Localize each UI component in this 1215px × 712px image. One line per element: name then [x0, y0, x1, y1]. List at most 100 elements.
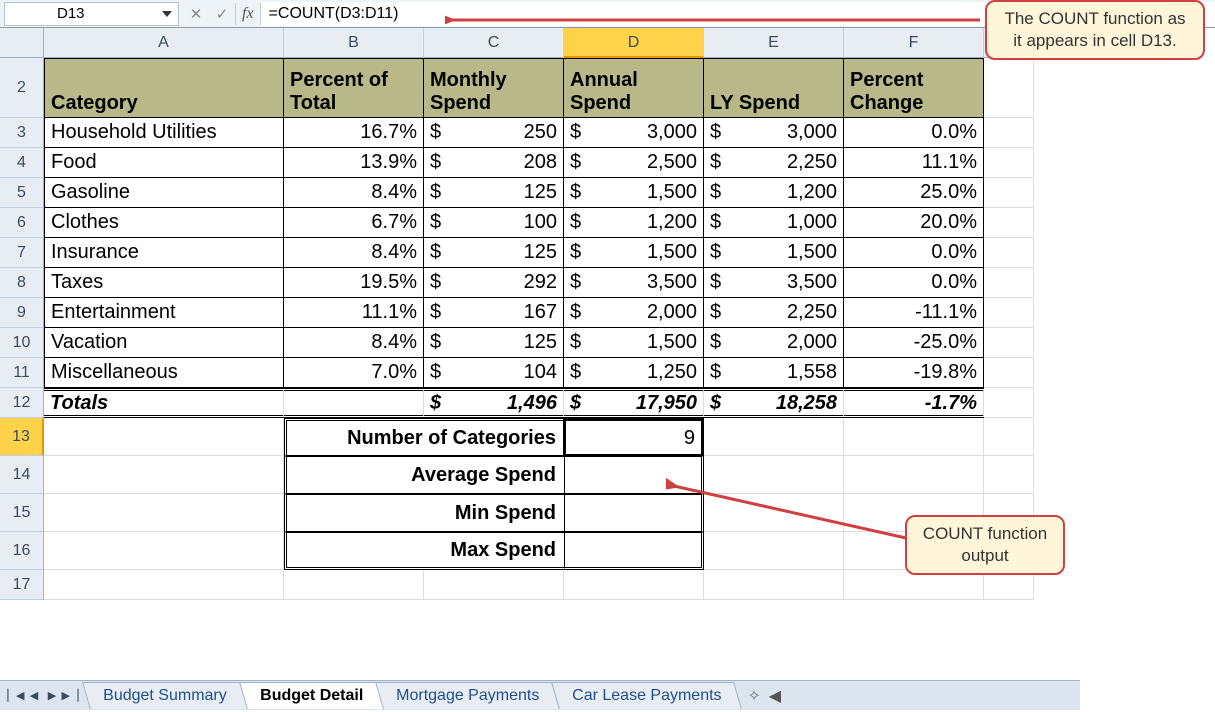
cell-monthly[interactable]: $208	[424, 148, 564, 178]
cell-pct[interactable]: 8.4%	[284, 328, 424, 358]
cell-G7[interactable]	[984, 238, 1034, 268]
row-header-16[interactable]: 16	[0, 532, 44, 570]
cell-ly[interactable]: $3,000	[704, 118, 844, 148]
tab-nav-first-icon[interactable]: ▏◀	[8, 687, 24, 705]
cell-A15[interactable]	[44, 494, 284, 532]
tab-scroll-left-icon[interactable]: ◀	[769, 686, 781, 706]
cell-category[interactable]: Entertainment	[44, 298, 284, 328]
totals-monthly[interactable]: $1,496	[424, 388, 564, 418]
stats-label[interactable]: Number of Categories	[284, 418, 564, 456]
stats-label[interactable]: Min Spend	[284, 494, 564, 532]
col-header-A[interactable]: A	[44, 28, 284, 58]
row-header-9[interactable]: 9	[0, 298, 44, 328]
stats-label[interactable]: Average Spend	[284, 456, 564, 494]
cell-pct[interactable]: 6.7%	[284, 208, 424, 238]
cell-E16[interactable]	[704, 532, 844, 570]
col-header-E[interactable]: E	[704, 28, 844, 58]
cell-change[interactable]: -25.0%	[844, 328, 984, 358]
cell-annual[interactable]: $1,500	[564, 178, 704, 208]
cell-category[interactable]: Vacation	[44, 328, 284, 358]
cell-change[interactable]: 11.1%	[844, 148, 984, 178]
col-header-F[interactable]: F	[844, 28, 984, 58]
cell-G2[interactable]	[984, 58, 1034, 118]
sheet-tab[interactable]: Car Lease Payments	[551, 682, 742, 709]
stats-label[interactable]: Max Spend	[284, 532, 564, 570]
totals-label[interactable]: Totals	[44, 388, 284, 418]
cell-category[interactable]: Food	[44, 148, 284, 178]
row-header-2[interactable]: 2	[0, 58, 44, 118]
cell-change[interactable]: 0.0%	[844, 238, 984, 268]
cell-ly[interactable]: $1,500	[704, 238, 844, 268]
cell-pct[interactable]: 7.0%	[284, 358, 424, 388]
cell-A13[interactable]	[44, 418, 284, 456]
cell-annual[interactable]: $2,000	[564, 298, 704, 328]
cell-D17[interactable]	[564, 570, 704, 600]
cell-E17[interactable]	[704, 570, 844, 600]
cell-monthly[interactable]: $125	[424, 238, 564, 268]
row-header-13[interactable]: 13	[0, 418, 44, 456]
row-header-6[interactable]: 6	[0, 208, 44, 238]
cell-monthly[interactable]: $125	[424, 178, 564, 208]
cell-category[interactable]: Clothes	[44, 208, 284, 238]
fx-icon[interactable]: fx	[235, 3, 261, 25]
cell-category[interactable]: Household Utilities	[44, 118, 284, 148]
cell-change[interactable]: -11.1%	[844, 298, 984, 328]
cell-ly[interactable]: $2,000	[704, 328, 844, 358]
name-box[interactable]: D13	[4, 2, 179, 26]
cell-E13[interactable]	[704, 418, 844, 456]
cell-G8[interactable]	[984, 268, 1034, 298]
cell-pct[interactable]: 16.7%	[284, 118, 424, 148]
tab-nav-prev-icon[interactable]: ◀	[26, 687, 42, 705]
cell-B17[interactable]	[284, 570, 424, 600]
stats-value[interactable]: 9	[564, 418, 704, 456]
cell-monthly[interactable]: $167	[424, 298, 564, 328]
header-monthly-spend[interactable]: Monthly Spend	[424, 58, 564, 118]
cell-pct[interactable]: 11.1%	[284, 298, 424, 328]
cell-category[interactable]: Taxes	[44, 268, 284, 298]
cell-monthly[interactable]: $125	[424, 328, 564, 358]
sheet-tab[interactable]: Mortgage Payments	[375, 682, 560, 709]
cell-G14[interactable]	[984, 456, 1034, 494]
header-ly-spend[interactable]: LY Spend	[704, 58, 844, 118]
cell-annual[interactable]: $1,500	[564, 328, 704, 358]
stats-value[interactable]	[564, 494, 704, 532]
cell-ly[interactable]: $3,500	[704, 268, 844, 298]
cell-monthly[interactable]: $250	[424, 118, 564, 148]
totals-change[interactable]: -1.7%	[844, 388, 984, 418]
col-header-C[interactable]: C	[424, 28, 564, 58]
row-header-7[interactable]: 7	[0, 238, 44, 268]
cell-change[interactable]: 0.0%	[844, 268, 984, 298]
cell-ly[interactable]: $2,250	[704, 148, 844, 178]
stats-value[interactable]	[564, 456, 704, 494]
cell-E14[interactable]	[704, 456, 844, 494]
cell-G10[interactable]	[984, 328, 1034, 358]
totals-annual[interactable]: $17,950	[564, 388, 704, 418]
cell-ly[interactable]: $1,558	[704, 358, 844, 388]
header-percent-total[interactable]: Percent of Total	[284, 58, 424, 118]
cell-change[interactable]: 25.0%	[844, 178, 984, 208]
tab-nav-last-icon[interactable]: ▶▕	[62, 687, 78, 705]
header-percent-change[interactable]: Percent Change	[844, 58, 984, 118]
tab-insert-icon[interactable]: ✧	[747, 686, 760, 706]
cell-annual[interactable]: $3,500	[564, 268, 704, 298]
cell-G13[interactable]	[984, 418, 1034, 456]
row-header-4[interactable]: 4	[0, 148, 44, 178]
cell-F13[interactable]	[844, 418, 984, 456]
cell-monthly[interactable]: $100	[424, 208, 564, 238]
cell-G5[interactable]	[984, 178, 1034, 208]
row-header-15[interactable]: 15	[0, 494, 44, 532]
stats-value[interactable]	[564, 532, 704, 570]
cell-F14[interactable]	[844, 456, 984, 494]
row-header-3[interactable]: 3	[0, 118, 44, 148]
cell-pct[interactable]: 8.4%	[284, 238, 424, 268]
cell-annual[interactable]: $2,500	[564, 148, 704, 178]
cell-A14[interactable]	[44, 456, 284, 494]
cell-change[interactable]: 20.0%	[844, 208, 984, 238]
cell-pct[interactable]: 8.4%	[284, 178, 424, 208]
cell-category[interactable]: Miscellaneous	[44, 358, 284, 388]
cell-G12[interactable]	[984, 388, 1034, 418]
cell-A16[interactable]	[44, 532, 284, 570]
row-header-17[interactable]: 17	[0, 570, 44, 600]
totals-pct[interactable]	[284, 388, 424, 418]
cell-ly[interactable]: $1,200	[704, 178, 844, 208]
